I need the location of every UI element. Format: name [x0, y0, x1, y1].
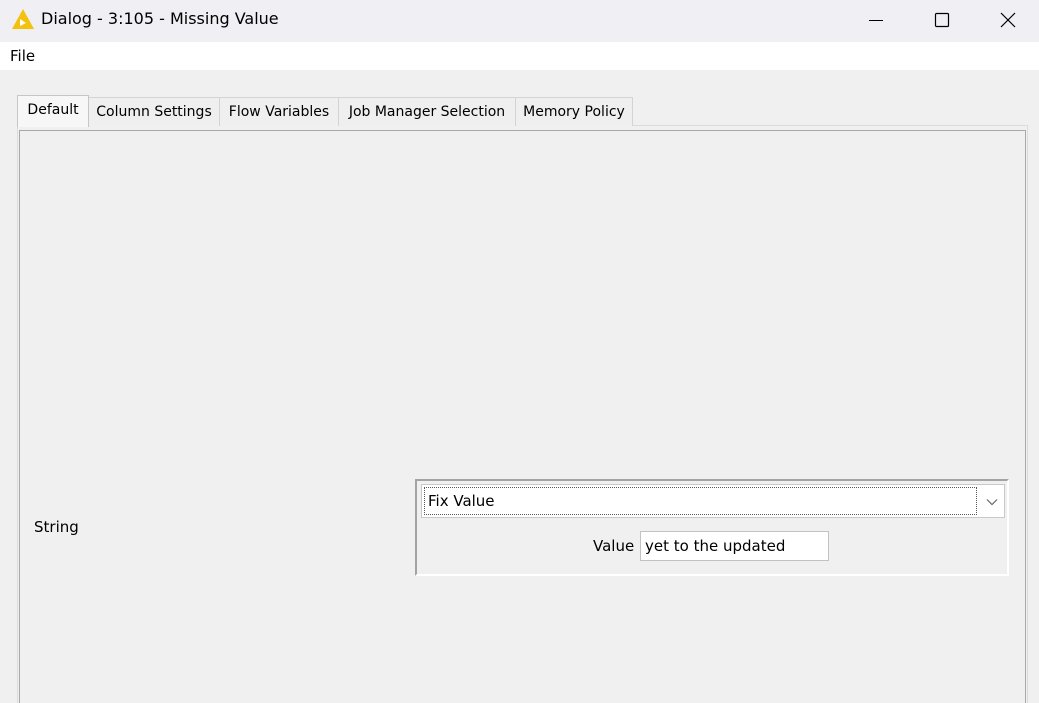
tab-default[interactable]: Default	[17, 95, 89, 127]
string-type-label: String	[34, 518, 79, 536]
handler-select-value: Fix Value	[424, 487, 977, 515]
menu-file[interactable]: File	[10, 47, 35, 65]
tab-panel-content	[19, 130, 1026, 703]
menu-bar: File	[0, 42, 1039, 70]
tab-job-manager-selection[interactable]: Job Manager Selection	[338, 97, 516, 126]
tab-panel	[17, 125, 1028, 703]
value-input[interactable]	[640, 531, 829, 561]
knime-triangle-icon	[12, 9, 34, 29]
minimize-button[interactable]	[843, 0, 909, 40]
tab-column-settings[interactable]: Column Settings	[88, 97, 220, 126]
maximize-icon	[934, 12, 950, 28]
close-icon	[1000, 12, 1016, 28]
close-button[interactable]	[975, 0, 1039, 40]
handler-options-group: Fix Value Value	[415, 479, 1009, 576]
tab-flow-variables[interactable]: Flow Variables	[219, 97, 339, 126]
chevron-down-icon[interactable]	[984, 494, 1000, 510]
maximize-button[interactable]	[909, 0, 975, 40]
minimize-icon	[869, 20, 883, 21]
title-bar: Dialog - 3:105 - Missing Value	[0, 0, 1039, 42]
value-label: Value	[593, 537, 635, 555]
tab-memory-policy[interactable]: Memory Policy	[515, 97, 633, 126]
dialog-window: Dialog - 3:105 - Missing Value File Defa…	[0, 0, 1039, 703]
window-title: Dialog - 3:105 - Missing Value	[41, 9, 279, 28]
handler-select[interactable]: Fix Value	[421, 484, 1005, 518]
